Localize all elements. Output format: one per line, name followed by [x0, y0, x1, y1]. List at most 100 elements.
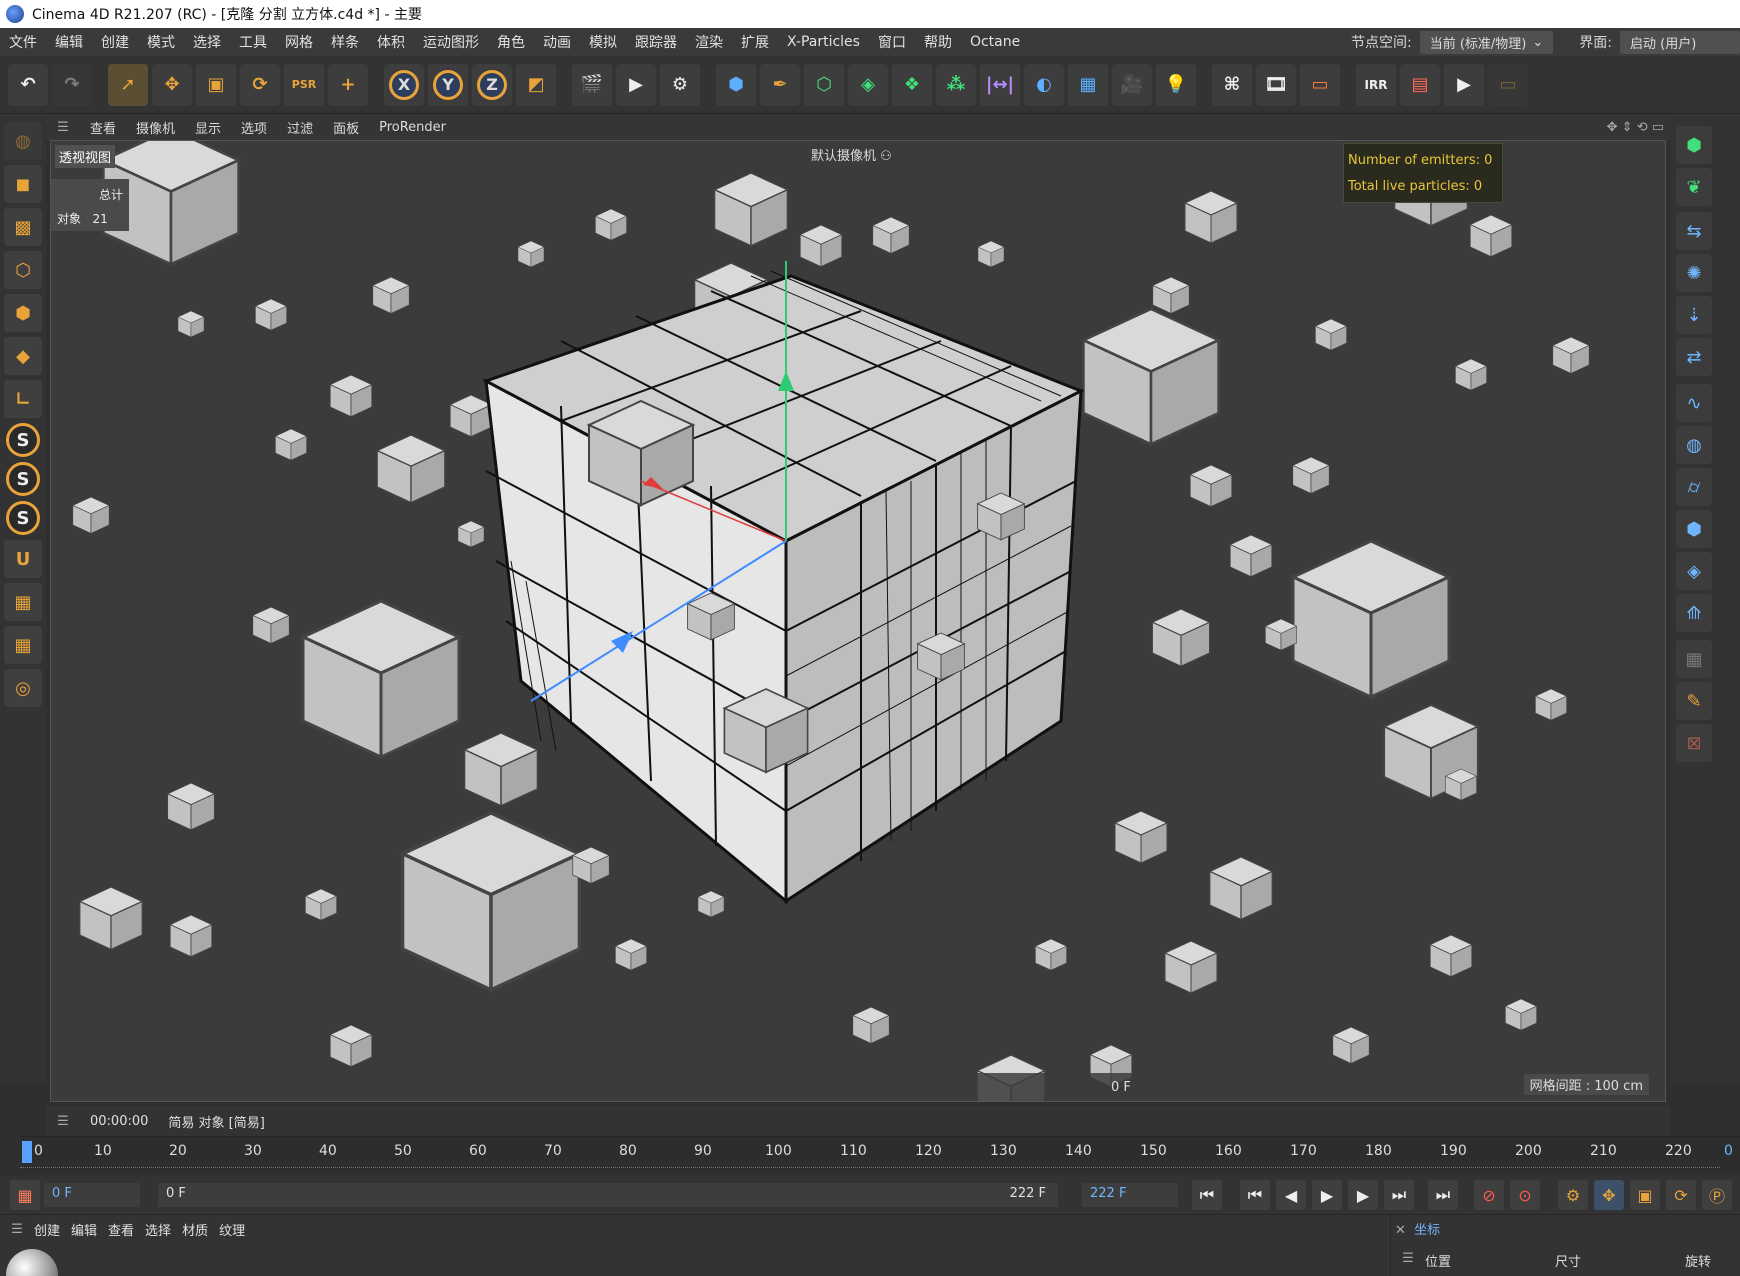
render-sequence-button[interactable]: ▶	[1444, 63, 1484, 106]
viewport-menu-panel[interactable]: 面板	[323, 118, 369, 137]
menu-tracker[interactable]: 跟踪器	[626, 32, 686, 52]
timeline-menu-icon[interactable]: ☰	[46, 1114, 80, 1129]
xp-turbulence-button[interactable]: ⇄	[1676, 338, 1712, 376]
record-button[interactable]: ⊘	[1474, 1180, 1504, 1210]
snap-workplane-button[interactable]: S	[6, 501, 40, 535]
locked-grid-button[interactable]: ▦	[4, 626, 42, 664]
menu-select[interactable]: 选择	[184, 32, 230, 52]
octane-live-viewer-button[interactable]: ▭	[1300, 63, 1340, 106]
xp-system-button[interactable]: ⬢	[1676, 126, 1712, 164]
layout-select[interactable]: 启动 (用户)	[1620, 30, 1740, 54]
xp-trail-button[interactable]: ∿	[1676, 384, 1712, 422]
material-menu-select[interactable]: 选择	[145, 1220, 182, 1239]
material-menu-view[interactable]: 查看	[108, 1220, 145, 1239]
menu-mode[interactable]: 模式	[138, 32, 184, 52]
current-frame-field[interactable]: 0 F	[44, 1183, 140, 1207]
xp-paint-button[interactable]: ✎	[1676, 682, 1712, 720]
y-axis-lock-button[interactable]: Y	[428, 63, 468, 106]
menu-octane[interactable]: Octane	[961, 34, 1029, 50]
polygons-mode-button[interactable]: ◆	[4, 337, 42, 375]
psr-button[interactable]: PSR	[284, 63, 324, 106]
menu-character[interactable]: 角色	[488, 32, 534, 52]
xp-generator-button[interactable]: ⇆	[1676, 212, 1712, 250]
z-axis-lock-button[interactable]: Z	[472, 63, 512, 106]
menu-render[interactable]: 渲染	[686, 32, 732, 52]
autokey-button[interactable]: ▦	[10, 1180, 40, 1210]
xp-collider-button[interactable]: ⟰	[1676, 594, 1712, 632]
viewport-menu-view[interactable]: 查看	[80, 118, 126, 137]
disabled-tool-button[interactable]: ▭	[1488, 63, 1528, 106]
menu-tools[interactable]: 工具	[230, 32, 276, 52]
viewport-menu-prorender[interactable]: ProRender	[369, 120, 456, 135]
xp-sphere-button[interactable]: ◍	[1676, 426, 1712, 464]
xp-emitter-button[interactable]: ❦	[1676, 168, 1712, 206]
scale-tool-button[interactable]: ▣	[196, 63, 236, 106]
snap-toggle-button[interactable]: S	[6, 423, 40, 457]
perspective-viewport[interactable]: 透视视图 总计 对象 21 默认摄像机 ⚇ Number of emitters…	[50, 140, 1666, 1102]
cube-object-button[interactable]: ⬢	[716, 63, 756, 106]
material-swatch[interactable]	[6, 1249, 58, 1276]
close-icon[interactable]: ✕	[1395, 1223, 1406, 1238]
play-button[interactable]: ▶	[1312, 1180, 1342, 1210]
xp-cylinder-button[interactable]: ⌭	[1676, 468, 1712, 506]
material-menu-icon[interactable]: ☰	[0, 1222, 34, 1237]
light-button[interactable]: 💡	[1156, 63, 1196, 106]
x-axis-lock-button[interactable]: X	[384, 63, 424, 106]
menu-extensions[interactable]: 扩展	[732, 32, 778, 52]
hamburger-icon[interactable]: ☰	[46, 120, 80, 135]
autokey-record-button[interactable]: ⊙	[1510, 1180, 1540, 1210]
end-frame-field[interactable]: 222 F	[1082, 1183, 1178, 1207]
menu-help[interactable]: 帮助	[915, 32, 961, 52]
render-picture-viewer-button[interactable]: ▶	[616, 63, 656, 106]
menu-mesh[interactable]: 网格	[276, 32, 322, 52]
viewport-menu-options[interactable]: 选项	[231, 118, 277, 137]
key-rotation-button[interactable]: ⟳	[1666, 1180, 1696, 1210]
magnet-tool-button[interactable]: U	[4, 540, 42, 578]
floor-button[interactable]: ▦	[1068, 63, 1108, 106]
mograph-cloner-button[interactable]: ❖	[892, 63, 932, 106]
coordinates-menu-icon[interactable]: ☰	[1391, 1251, 1425, 1270]
node-space-select[interactable]: 当前 (标准/物理) ⌄	[1419, 30, 1554, 54]
render-view-button[interactable]: 🎬	[572, 63, 612, 106]
material-menu-texture[interactable]: 纹理	[219, 1220, 256, 1239]
edges-mode-button[interactable]: ⬢	[4, 294, 42, 332]
xp-hexagon-button[interactable]: ⬢	[1676, 510, 1712, 548]
ipr-button[interactable]: ▤	[1400, 63, 1440, 106]
key-parameter-button[interactable]: Ⓟ	[1702, 1180, 1732, 1210]
menu-volume[interactable]: 体积	[368, 32, 414, 52]
model-mode-button[interactable]: ◼	[4, 165, 42, 203]
xp-explosia-button[interactable]: ✺	[1676, 254, 1712, 292]
menu-animate[interactable]: 动画	[534, 32, 580, 52]
pen-tool-button[interactable]: ✒	[760, 63, 800, 106]
xp-disabled-button[interactable]: ⊠	[1676, 724, 1712, 762]
menu-edit[interactable]: 编辑	[46, 32, 92, 52]
render-settings-button[interactable]: ⚙	[660, 63, 700, 106]
key-position-button[interactable]: ✥	[1594, 1180, 1624, 1210]
live-select-button[interactable]: +	[328, 63, 368, 106]
rotate-tool-button[interactable]: ⟳	[240, 63, 280, 106]
points-mode-button[interactable]: ⬡	[4, 251, 42, 289]
frame-range-slider[interactable]: 0 F 222 F	[158, 1183, 1058, 1207]
coordinates-tab[interactable]: ✕ 坐标	[1395, 1219, 1440, 1238]
extrude-button[interactable]: ◈	[848, 63, 888, 106]
viewport-nav-icons[interactable]: ✥ ⇕ ⟲ ▭	[1607, 120, 1664, 135]
material-menu-create[interactable]: 创建	[34, 1220, 71, 1239]
viewport-menu-filter[interactable]: 过滤	[277, 118, 323, 137]
mograph-fracture-button[interactable]: ⁂	[936, 63, 976, 106]
menu-spline[interactable]: 样条	[322, 32, 368, 52]
snap-settings-button[interactable]: S	[6, 462, 40, 496]
material-menu-edit[interactable]: 编辑	[71, 1220, 108, 1239]
workplane-button[interactable]: ∟	[4, 380, 42, 418]
go-to-start-button[interactable]: ⏮	[1192, 1180, 1222, 1210]
grid-rotate-button[interactable]: ◎	[4, 669, 42, 707]
irr-button[interactable]: IRR	[1356, 63, 1396, 106]
coordinate-system-button[interactable]: ◩	[516, 63, 556, 106]
redo-button[interactable]: ↷	[52, 63, 92, 106]
texture-mode-button[interactable]: ▩	[4, 208, 42, 246]
octane-render-button[interactable]: 🎞	[1256, 63, 1296, 106]
material-menu-material[interactable]: 材质	[182, 1220, 219, 1239]
make-editable-button[interactable]: ◍	[4, 122, 42, 160]
viewport-name-label[interactable]: 透视视图	[55, 145, 116, 168]
previous-frame-button[interactable]: ◀	[1276, 1180, 1306, 1210]
menu-create[interactable]: 创建	[92, 32, 138, 52]
